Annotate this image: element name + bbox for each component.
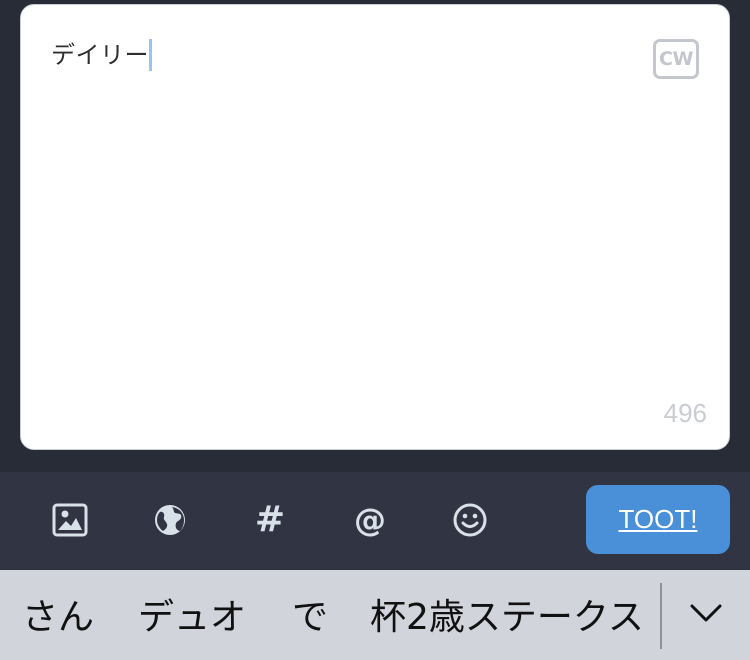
cw-button[interactable]: CW (653, 39, 699, 79)
chevron-down-icon[interactable] (688, 596, 724, 632)
hashtag-glyph: # (254, 499, 286, 540)
compose-textbox[interactable]: デイリー CW 496 (20, 4, 730, 450)
ime-divider (660, 583, 662, 649)
mention-icon[interactable]: @ (350, 500, 390, 540)
globe-icon[interactable] (150, 500, 190, 540)
toot-button[interactable]: TOOT! (586, 485, 730, 554)
compose-text-value: デイリー (51, 41, 149, 69)
ime-candidate[interactable]: デュオ (138, 594, 246, 642)
ime-candidate[interactable]: 杯2歳ステークス (370, 594, 644, 642)
ime-candidate-bar: さん デュオ で 杯2歳ステークス (0, 570, 750, 660)
hashtag-icon[interactable]: # (250, 500, 290, 540)
ime-candidate[interactable]: さん (22, 594, 94, 642)
image-icon[interactable] (50, 500, 90, 540)
cw-label: CW (659, 48, 693, 70)
ime-candidate[interactable]: で (292, 594, 328, 642)
emoji-icon[interactable] (450, 500, 490, 540)
compose-text[interactable]: デイリー (51, 39, 152, 71)
compose-toolbar: # @ TOOT! (0, 472, 750, 570)
toot-label: TOOT! (618, 504, 698, 534)
compose-area: デイリー CW 496 (0, 0, 750, 472)
mention-glyph: @ (354, 501, 386, 539)
text-caret (149, 39, 152, 71)
character-counter: 496 (663, 398, 707, 428)
